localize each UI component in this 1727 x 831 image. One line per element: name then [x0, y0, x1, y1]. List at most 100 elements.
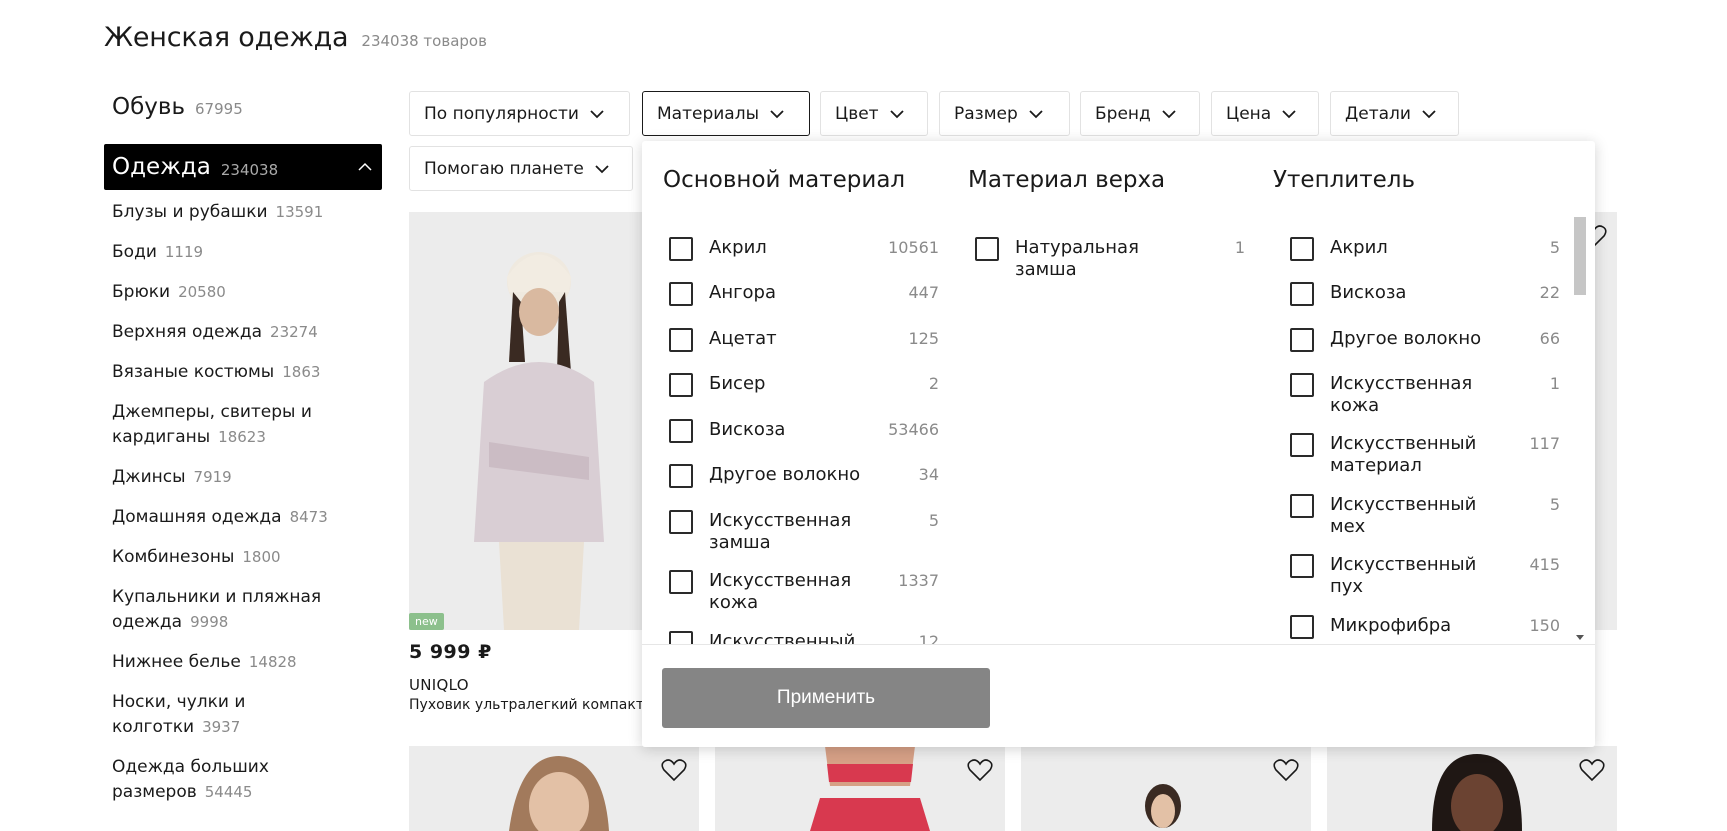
chevron-down-icon — [1282, 109, 1296, 118]
chevron-down-icon — [595, 164, 609, 173]
category-clothing-active[interactable]: Одежда 234038 — [104, 144, 382, 190]
subcategory-list: Блузы и рубашки 13591 Боди 1119 Брюки 20580… — [104, 200, 382, 805]
option-checkbox[interactable]: Искусственная замша 5 — [669, 510, 939, 554]
option-checkbox[interactable]: Микрофибра 150 — [1290, 615, 1560, 639]
subcategory-item[interactable]: Нижнее белье 14828 — [112, 650, 382, 675]
subcategory-item[interactable]: Джинсы 7919 — [112, 465, 382, 490]
page-title-count: 234038 товаров — [361, 32, 487, 50]
subcategory-item[interactable]: Боди 1119 — [112, 240, 382, 265]
subcategory-item[interactable]: Брюки 20580 — [112, 280, 382, 305]
product-name[interactable]: Пуховик ультралегкий компактный — [409, 697, 642, 713]
filter-price[interactable]: Цена — [1211, 91, 1319, 136]
checkbox[interactable] — [669, 631, 693, 644]
checkbox[interactable] — [1290, 282, 1314, 306]
option-checkbox[interactable]: Искусственный материал 117 — [1290, 433, 1560, 477]
options-scroll-area[interactable]: Акрил 10561 Ангора 447 Ацетат 125 Бисер 2 Ви… — [642, 213, 1595, 644]
chevron-down-icon — [889, 109, 904, 118]
filter-sort[interactable]: По популярности — [409, 91, 630, 136]
option-checkbox[interactable]: Акрил 5 — [1290, 237, 1560, 261]
checkbox[interactable] — [669, 419, 693, 443]
filter-eco[interactable]: Помогаю планете — [409, 146, 633, 191]
product-brand: UNIQLO — [409, 676, 469, 694]
materials-dropdown: Основной материал Материал верха Утеплит… — [642, 141, 1595, 747]
chevron-down-icon — [770, 109, 784, 118]
category-label: Обувь — [112, 94, 186, 120]
category-sidebar: Обувь 67995 Одежда 234038 Блузы и рубашк… — [104, 94, 382, 820]
checkbox[interactable] — [1290, 554, 1314, 578]
new-badge: new — [409, 613, 444, 630]
checkbox[interactable] — [1290, 328, 1314, 352]
subcategory-item[interactable]: Одежда больших размеров 54445 — [112, 755, 282, 805]
page-title-text: Женская одежда — [104, 22, 349, 53]
category-shoes[interactable]: Обувь 67995 — [104, 94, 382, 140]
scrollbar[interactable] — [1572, 217, 1588, 644]
chevron-down-icon — [1029, 109, 1043, 118]
heart-icon[interactable] — [1579, 758, 1605, 782]
checkbox[interactable] — [669, 510, 693, 534]
subcategory-item[interactable]: Комбинезоны 1800 — [112, 545, 382, 570]
product-photo — [1021, 746, 1311, 831]
scrollbar-thumb[interactable] — [1574, 217, 1586, 295]
apply-button[interactable]: Применить — [662, 668, 990, 728]
option-checkbox[interactable]: Искусственная кожа 1 — [1290, 373, 1560, 417]
product-photo — [409, 746, 699, 831]
checkbox[interactable] — [669, 328, 693, 352]
divider — [642, 644, 1595, 645]
option-checkbox[interactable]: Искусственный 12 — [669, 631, 939, 644]
product-image[interactable] — [1327, 746, 1617, 831]
product-price: 5 999 ₽ — [409, 641, 492, 663]
option-checkbox[interactable]: Другое волокно 34 — [669, 464, 939, 488]
product-image[interactable] — [1595, 212, 1617, 630]
subcategory-item[interactable]: Блузы и рубашки 13591 — [112, 200, 382, 225]
filter-color[interactable]: Цвет — [820, 91, 928, 136]
subcategory-item[interactable]: Вязаные костюмы 1863 — [112, 360, 382, 385]
option-checkbox[interactable]: Ацетат 125 — [669, 328, 939, 352]
checkbox[interactable] — [1290, 237, 1314, 261]
option-checkbox[interactable]: Вискоза 22 — [1290, 282, 1560, 306]
option-checkbox[interactable]: Другое волокно 66 — [1290, 328, 1560, 352]
page-title: Женская одежда 234038 товаров — [104, 22, 487, 53]
checkbox[interactable] — [669, 282, 693, 306]
subcategory-item[interactable]: Носки, чулки и колготки 3937 — [112, 690, 262, 740]
category-count: 67995 — [195, 100, 243, 118]
product-image[interactable] — [409, 746, 699, 831]
checkbox[interactable] — [1290, 373, 1314, 397]
column-title-insulation: Утеплитель — [1273, 167, 1416, 193]
filter-brand[interactable]: Бренд — [1080, 91, 1200, 136]
category-count: 234038 — [220, 161, 279, 179]
option-checkbox[interactable]: Бисер 2 — [669, 373, 939, 397]
filter-materials[interactable]: Материалы — [642, 91, 810, 136]
product-image[interactable] — [715, 746, 1005, 831]
chevron-down-icon — [1162, 109, 1176, 118]
subcategory-item[interactable]: Домашняя одежда 8473 — [112, 505, 382, 530]
option-checkbox[interactable]: Искусственный пух 415 — [1290, 554, 1560, 598]
subcategory-item[interactable]: Купальники и пляжная одежда 9998 — [112, 585, 337, 635]
heart-icon[interactable] — [1273, 758, 1299, 782]
option-checkbox[interactable]: Вискоза 53466 — [669, 419, 939, 443]
checkbox[interactable] — [669, 464, 693, 488]
heart-icon[interactable] — [967, 758, 993, 782]
chevron-up-icon — [358, 162, 372, 171]
checkbox[interactable] — [669, 570, 693, 594]
option-checkbox[interactable]: Акрил 10561 — [669, 237, 939, 261]
checkbox[interactable] — [1290, 433, 1314, 457]
checkbox[interactable] — [1290, 615, 1314, 639]
column-title-upper-material: Материал верха — [968, 167, 1166, 193]
chevron-down-icon — [590, 109, 604, 118]
subcategory-item[interactable]: Верхняя одежда 23274 — [112, 320, 382, 345]
scroll-down-arrow-icon[interactable] — [1576, 635, 1584, 640]
product-image[interactable] — [1021, 746, 1311, 831]
option-checkbox[interactable]: Ангора 447 — [669, 282, 939, 306]
filter-details[interactable]: Детали — [1330, 91, 1459, 136]
checkbox[interactable] — [669, 237, 693, 261]
checkbox[interactable] — [669, 373, 693, 397]
filter-size[interactable]: Размер — [939, 91, 1070, 136]
option-checkbox[interactable]: Искусственная кожа 1337 — [669, 570, 939, 614]
heart-icon[interactable] — [661, 758, 687, 782]
option-checkbox[interactable]: Натуральная замша 1 — [975, 237, 1245, 281]
checkbox[interactable] — [1290, 494, 1314, 518]
option-checkbox[interactable]: Искусственный мех 5 — [1290, 494, 1560, 538]
checkbox[interactable] — [975, 237, 999, 261]
subcategory-item[interactable]: Джемперы, свитеры и кардиганы 18623 — [112, 400, 332, 450]
product-photo — [715, 746, 1005, 831]
